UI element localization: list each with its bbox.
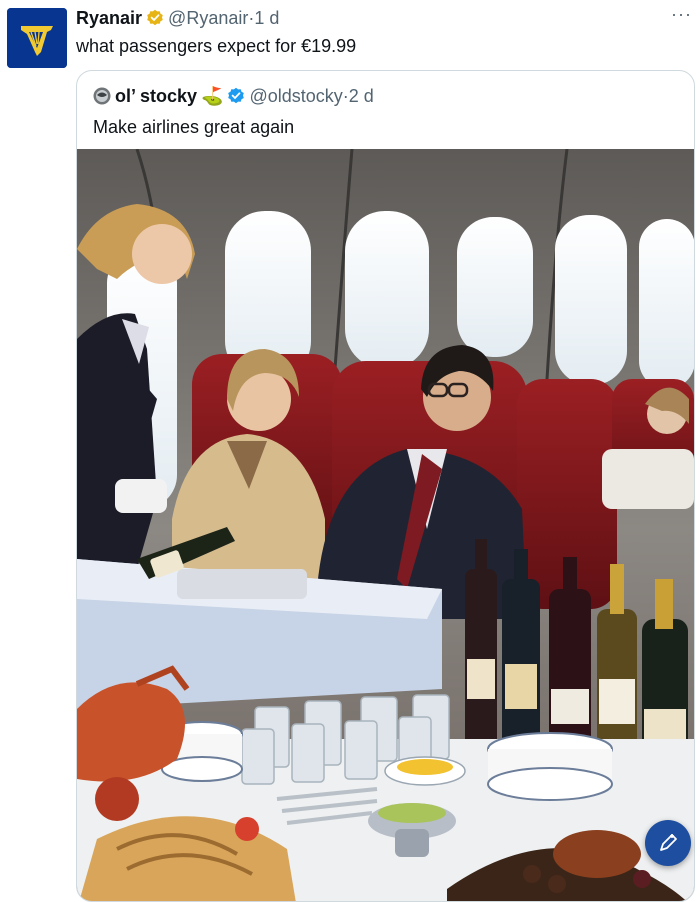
- quoted-author-name[interactable]: ol’ stocky: [115, 85, 197, 107]
- quoted-tweet-card[interactable]: ol’ stocky ⛳ @oldstocky · 2 d Make airli…: [76, 70, 695, 902]
- ryanair-avatar[interactable]: [7, 8, 67, 68]
- quoted-tweet-header: ol’ stocky ⛳ @oldstocky · 2 d: [93, 85, 374, 107]
- ryanair-harp-logo-icon: [7, 8, 67, 68]
- quoted-verified-icon: [227, 87, 245, 105]
- compose-icon: [660, 834, 677, 851]
- tweet-time[interactable]: 1 d: [254, 7, 279, 29]
- tweet-text: what passengers expect for €19.99: [76, 36, 357, 56]
- golf-flag-emoji: ⛳: [201, 86, 224, 106]
- author-name[interactable]: Ryanair: [76, 7, 142, 29]
- author-handle[interactable]: @Ryanair: [168, 7, 248, 29]
- more-options-icon[interactable]: ···: [671, 4, 692, 25]
- quoted-avatar[interactable]: [93, 87, 111, 105]
- quoted-handle[interactable]: @oldstocky: [249, 85, 342, 107]
- quoted-time[interactable]: 2 d: [349, 85, 374, 107]
- verified-badge-icon: [146, 9, 164, 27]
- compose-button[interactable]: [645, 820, 691, 866]
- quoted-tweet-text: Make airlines great again: [93, 117, 295, 137]
- cabin-dining-photo[interactable]: [77, 149, 694, 902]
- tweet-header: Ryanair @Ryanair · 1 d: [76, 7, 279, 29]
